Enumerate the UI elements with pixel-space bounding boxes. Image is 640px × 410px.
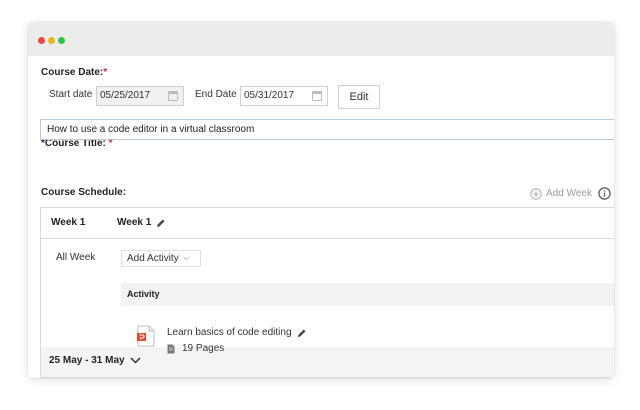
add-week-button[interactable]: Add Week [530,187,611,200]
date-range-toggle[interactable]: 25 May - 31 May [49,355,141,366]
start-date-field[interactable]: 05/25/2017 [96,86,184,106]
start-date-label: Start date [49,89,93,100]
pencil-icon[interactable] [297,328,307,338]
all-week-label: All Week [56,252,96,263]
calendar-icon[interactable] [168,91,178,101]
app-window: Course Date:* Start date 05/25/2017 End … [28,22,614,378]
schedule-panel: Week 1 Week 1 All Week Add Activity Acti… [40,207,614,378]
close-window-button[interactable] [38,37,45,44]
course-date-text: Course Date: [41,67,104,78]
calendar-icon[interactable] [312,91,322,101]
course-schedule-label: Course Schedule: [41,187,127,198]
end-date-value: 05/31/2017 [244,90,295,101]
title-bar [28,22,614,56]
add-activity-label: Add Activity [127,253,179,264]
start-date-value: 05/25/2017 [100,90,151,101]
course-form: Course Date:* Start date 05/25/2017 End … [28,56,614,378]
required-mark: * [103,67,108,78]
edit-button[interactable]: Edit [338,85,380,109]
activity-header: Activity [121,283,614,306]
chevron-down-icon [183,256,191,261]
maximize-window-button[interactable] [58,37,65,44]
activity-title: Learn basics of code editing [167,327,292,338]
end-date-field[interactable]: 05/31/2017 [240,86,328,106]
week-header: Week 1 Week 1 [41,208,614,239]
add-week-label: Add Week [546,188,592,199]
chevron-down-icon [130,357,141,364]
week-name-text: Week 1 [117,217,152,228]
plus-circle-icon [530,187,542,200]
add-activity-dropdown[interactable]: Add Activity [121,250,201,267]
pencil-icon[interactable] [156,218,166,228]
date-range-label: 25 May - 31 May [49,355,125,366]
minimize-window-button[interactable] [48,37,55,44]
course-date-label: Course Date:* [41,67,107,78]
week-column-label: Week 1 [51,217,86,228]
activity-item[interactable]: Learn basics of code editing [167,327,307,338]
activity-pages: 19 Pages [167,343,224,354]
week-name[interactable]: Week 1 [117,217,166,228]
file-icon [137,325,155,347]
course-title-input[interactable]: How to use a code editor in a virtual cl… [40,119,614,140]
end-date-label: End Date [195,89,237,100]
info-icon[interactable] [598,187,611,200]
activity-pages-text: 19 Pages [182,343,225,354]
week-body: All Week Add Activity Activity Learn bas… [41,239,614,354]
document-icon [167,344,175,353]
